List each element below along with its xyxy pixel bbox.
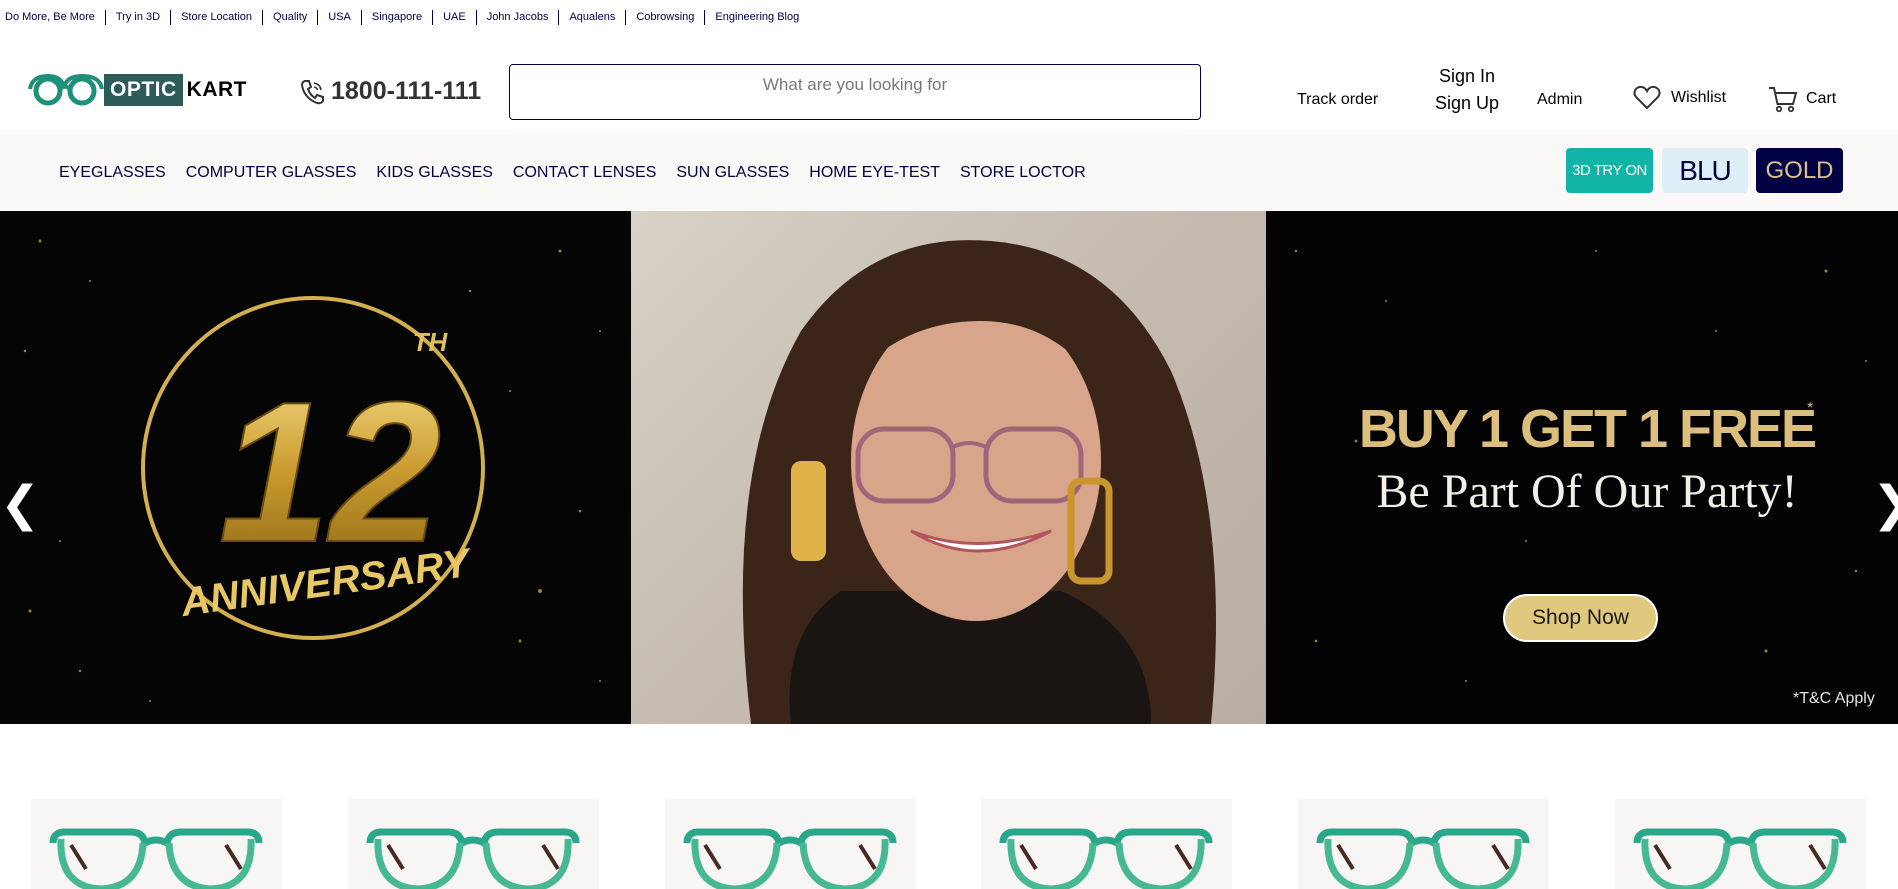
nav-item-computer-glasses[interactable]: COMPUTER GLASSES [186, 164, 357, 182]
topbar-link-cobrowsing[interactable]: Cobrowsing [626, 9, 706, 25]
try-3d-badge[interactable]: 3D TRY ON [1566, 148, 1653, 193]
carousel-next-icon[interactable]: ❯ [1872, 481, 1898, 529]
sign-up-link[interactable]: Sign Up [1435, 90, 1499, 117]
site-header: OPTIC KART 1800-111-111 Track order Sign… [0, 58, 1898, 128]
anniversary-emblem: 12 TH ANNIVERSARY [23, 239, 601, 702]
phone-number: 1800-111-111 [331, 77, 482, 105]
track-order-link[interactable]: Track order [1297, 91, 1378, 109]
product-card[interactable] [348, 799, 599, 889]
nav-item-kids-glasses[interactable]: KIDS GLASSES [376, 164, 493, 182]
admin-link[interactable]: Admin [1537, 91, 1582, 109]
category-nav: EYEGLASSES COMPUTER GLASSES KIDS GLASSES… [0, 130, 1898, 210]
topbar-link-singapore[interactable]: Singapore [362, 9, 434, 25]
gold-badge[interactable]: GOLD [1756, 148, 1843, 193]
logo-optic-text: OPTIC [104, 74, 183, 106]
eyeglasses-frame-icon [1316, 828, 1530, 889]
nav-item-sun-glasses[interactable]: SUN GLASSES [676, 164, 789, 182]
heart-icon [1633, 85, 1661, 110]
eyeglasses-frame-icon [683, 828, 897, 889]
topbar-link-try-3d[interactable]: Try in 3D [106, 9, 172, 25]
promo-headline: BUY 1 GET 1 FREE [1358, 399, 1817, 459]
nav-item-contact-lenses[interactable]: CONTACT LENSES [513, 164, 656, 182]
top-links-bar: Do More, Be More Try in 3D Store Locatio… [0, 0, 1898, 34]
brand-logo[interactable]: OPTIC KART [28, 73, 247, 107]
eyeglasses-frame-icon [1633, 828, 1847, 889]
account-links: Sign In Sign Up [1435, 63, 1499, 117]
product-row [0, 799, 1898, 889]
cart-link[interactable]: Cart [1768, 85, 1836, 113]
category-links: EYEGLASSES COMPUTER GLASSES KIDS GLASSES… [59, 164, 1086, 182]
cart-label: Cart [1806, 90, 1837, 107]
shop-now-button[interactable]: Shop Now [1503, 594, 1658, 642]
wishlist-link[interactable]: Wishlist [1633, 85, 1726, 110]
topbar-link-engineering-blog[interactable]: Engineering Blog [705, 10, 809, 25]
blu-badge[interactable]: BLU [1662, 148, 1748, 193]
model-portrait-image [742, 240, 1216, 724]
eyeglasses-frame-icon [49, 828, 263, 889]
search-input[interactable] [509, 64, 1201, 120]
carousel-prev-icon[interactable]: ❮ [0, 481, 40, 529]
eyeglasses-frame-icon [999, 828, 1213, 889]
nav-item-eyeglasses[interactable]: EYEGLASSES [59, 164, 166, 182]
topbar-link-do-more[interactable]: Do More, Be More [5, 9, 106, 25]
product-card[interactable] [665, 799, 916, 889]
topbar-link-quality[interactable]: Quality [263, 9, 319, 25]
topbar-link-john-jacobs[interactable]: John Jacobs [477, 9, 560, 25]
nav-item-home-eye-test[interactable]: HOME EYE-TEST [809, 164, 940, 182]
topbar-link-store-location[interactable]: Store Location [171, 9, 264, 25]
topbar-link-usa[interactable]: USA [318, 9, 362, 25]
anniversary-panel: 12 TH ANNIVERSARY [0, 211, 631, 724]
model-photo-panel [631, 211, 1266, 724]
glasses-logo-icon [28, 73, 104, 106]
phone-icon [300, 79, 324, 104]
logo-kart-text: KART [186, 78, 247, 101]
phone-contact[interactable]: 1800-111-111 [300, 77, 481, 106]
wishlist-label: Wishlist [1671, 88, 1727, 106]
product-card[interactable] [1615, 799, 1866, 889]
product-card[interactable] [981, 799, 1232, 889]
nav-item-store-locator[interactable]: STORE LOCTOR [960, 164, 1086, 182]
product-card[interactable] [1298, 799, 1549, 889]
terms-note: *T&C Apply [1793, 690, 1875, 707]
promo-asterisk: * [1807, 400, 1814, 417]
promo-subheadline: Be Part Of Our Party! [1376, 465, 1798, 518]
topbar-link-uae[interactable]: UAE [433, 9, 477, 25]
topbar-link-aqualens[interactable]: Aqualens [559, 9, 627, 25]
eyeglasses-frame-icon [366, 828, 580, 889]
product-card[interactable] [31, 799, 282, 889]
sign-in-link[interactable]: Sign In [1435, 63, 1499, 90]
hero-banner[interactable]: 12 TH ANNIVERSARY BUY 1 GET 1 FREE Be Pa… [0, 211, 1898, 724]
anniversary-suffix: TH [413, 327, 449, 357]
cart-icon [1769, 87, 1798, 113]
